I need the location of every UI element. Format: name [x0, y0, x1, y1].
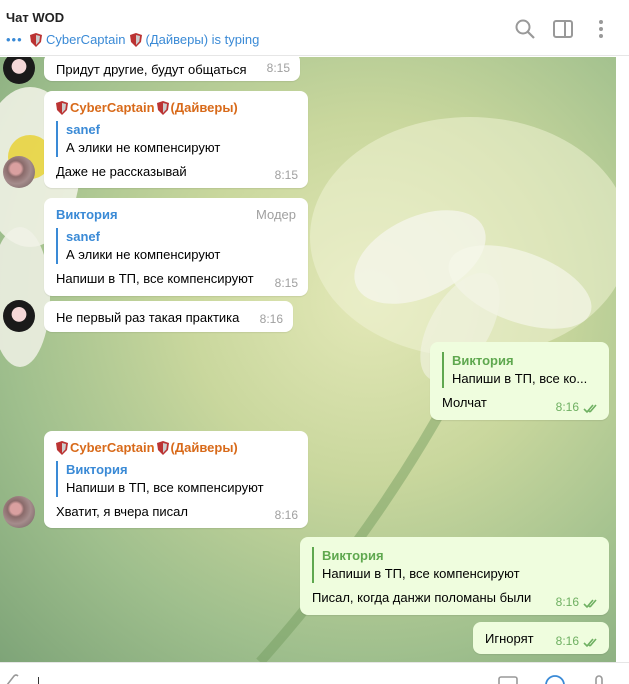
message-text: Напиши в ТП, все компенсируют — [56, 271, 254, 286]
quote-author: sanef — [66, 122, 100, 137]
message-time: 8:15 — [274, 276, 298, 290]
shield-icon — [156, 441, 169, 455]
double-check-icon — [583, 638, 597, 648]
message-bubble-outgoing: Виктория Напиши в ТП, все компенсируют П… — [300, 537, 609, 615]
message-bubble: CyberCaptain (Дайверы) Виктория Напиши в… — [44, 431, 308, 528]
shield-icon — [56, 101, 68, 115]
shield-icon — [129, 32, 142, 47]
emoji-icon[interactable] — [544, 675, 566, 684]
commands-icon[interactable] — [498, 675, 518, 684]
attach-icon[interactable] — [4, 673, 20, 684]
message-bubble: Виктория Модер sanef А элики не компенси… — [44, 198, 308, 296]
sender-name: CyberCaptain — [70, 440, 155, 455]
quote-author: Виктория — [452, 353, 514, 368]
double-check-icon — [583, 404, 597, 414]
typing-dots-icon: ••• — [6, 32, 23, 47]
message-bubble: Не первый раз такая практика 8:16 — [44, 301, 293, 332]
text-cursor — [38, 677, 39, 684]
avatar[interactable] — [3, 496, 35, 528]
chat-messages-area[interactable]: Придут другие, будут общаться 8:15 Cyber… — [0, 57, 616, 662]
message-sender[interactable]: CyberCaptain (Дайверы) — [56, 439, 296, 457]
message-time: 8:16 — [555, 400, 579, 414]
typing-suffix: (Дайверы) is typing — [145, 32, 260, 47]
typing-indicator: ••• CyberCaptain (Дайверы) is typing — [6, 32, 259, 47]
message-text: Придут другие, будут общаться — [56, 62, 247, 77]
message-bubble-outgoing: Виктория Напиши в ТП, все ко... Молчат 8… — [430, 342, 609, 420]
message-time: 8:16 — [259, 312, 283, 326]
scrollbar[interactable] — [616, 57, 629, 662]
quote-text: Напиши в ТП, все компенсируют — [322, 566, 520, 581]
reply-quote[interactable]: Виктория Напиши в ТП, все компенсируют — [312, 547, 597, 583]
reply-quote[interactable]: Виктория Напиши в ТП, все компенсируют — [56, 461, 296, 497]
message-sender[interactable]: CyberCaptain (Дайверы) — [56, 99, 296, 117]
chat-header: Чат WOD ••• CyberCaptain (Дайверы) is ty… — [0, 0, 629, 56]
sender-name: Виктория — [56, 207, 118, 222]
avatar[interactable] — [3, 156, 35, 188]
reply-quote[interactable]: sanef А элики не компенсируют — [56, 228, 296, 264]
chat-title[interactable]: Чат WOD — [6, 10, 64, 25]
quote-text: А элики не компенсируют — [66, 140, 221, 155]
message-input-bar[interactable] — [0, 662, 629, 684]
message-time: 8:16 — [555, 634, 579, 648]
message-time: 8:15 — [274, 168, 298, 182]
shield-icon — [30, 32, 42, 47]
message-time: 8:15 — [266, 61, 290, 75]
sidebar-toggle-icon[interactable] — [552, 18, 574, 40]
search-icon[interactable] — [514, 18, 536, 40]
sender-name: CyberCaptain — [70, 100, 155, 115]
reply-quote[interactable]: Виктория Напиши в ТП, все ко... — [442, 352, 597, 388]
shield-icon — [56, 441, 68, 455]
message-text: Даже не рассказывай — [56, 164, 187, 179]
message-bubble: Придут другие, будут общаться 8:15 — [44, 57, 300, 81]
message-bubble: CyberCaptain (Дайверы) sanef А элики не … — [44, 91, 308, 188]
shield-icon — [156, 101, 169, 115]
reply-quote[interactable]: sanef А элики не компенсируют — [56, 121, 296, 157]
message-time: 8:16 — [555, 595, 579, 609]
message-time: 8:16 — [274, 508, 298, 522]
quote-author: Виктория — [322, 548, 384, 563]
message-bubble-outgoing: Игнорят 8:16 — [473, 622, 609, 654]
sender-suffix: (Дайверы) — [170, 440, 238, 455]
sender-suffix: (Дайверы) — [170, 100, 238, 115]
typing-user: CyberCaptain — [46, 32, 126, 47]
quote-text: А элики не компенсируют — [66, 247, 221, 262]
quote-author: sanef — [66, 229, 100, 244]
role-badge: Модер — [256, 207, 296, 222]
avatar[interactable] — [3, 300, 35, 332]
more-vert-icon[interactable] — [590, 18, 612, 40]
message-text: Игнорят — [485, 631, 534, 646]
message-text: Писал, когда данжи поломаны были — [312, 590, 532, 605]
message-text: Не первый раз такая практика — [56, 310, 240, 325]
quote-author: Виктория — [66, 462, 128, 477]
quote-text: Напиши в ТП, все ко... — [452, 371, 588, 386]
quote-text: Напиши в ТП, все компенсируют — [66, 480, 264, 495]
double-check-icon — [583, 599, 597, 609]
mic-icon[interactable] — [594, 675, 604, 684]
message-text: Хватит, я вчера писал — [56, 504, 188, 519]
